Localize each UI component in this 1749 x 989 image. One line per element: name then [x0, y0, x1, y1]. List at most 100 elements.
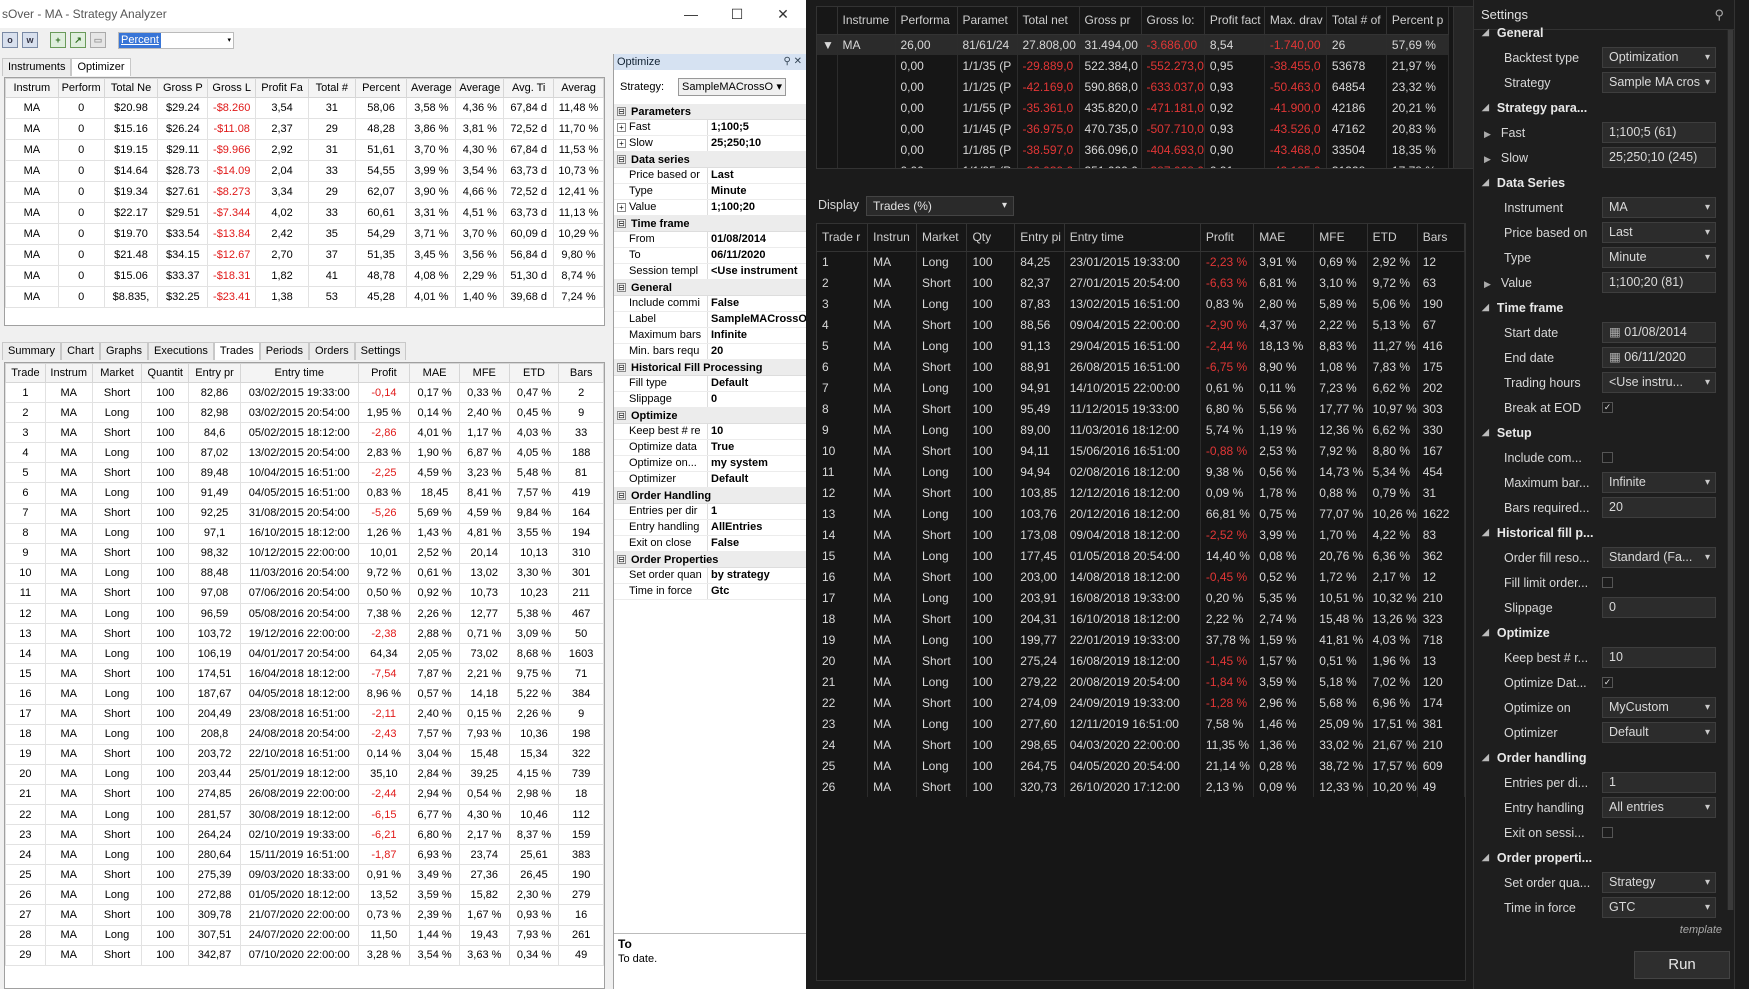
- setting-value[interactable]: ▦ 01/08/2014: [1602, 322, 1716, 343]
- table-row[interactable]: 5 MA Long 100 91,13 29/04/2015 16:51:00 -2,44 …: [817, 335, 1465, 356]
- collapse-triangle-icon[interactable]: ◢: [1482, 102, 1489, 113]
- property-row[interactable]: Price based or Last: [614, 168, 806, 184]
- column-header[interactable]: Performa: [895, 7, 958, 35]
- property-row[interactable]: Set order quan by strategy: [614, 568, 806, 584]
- expand-triangle-icon[interactable]: ▶: [1484, 129, 1491, 139]
- property-row[interactable]: To 06/11/2020: [614, 248, 806, 264]
- property-row[interactable]: Include commi False: [614, 296, 806, 312]
- property-row[interactable]: Time in force Gtc: [614, 584, 806, 600]
- column-header[interactable]: Percent: [354, 78, 408, 98]
- table-row[interactable]: 16 MA Long 100 187,67 04/05/2018 18:12:00 8,96…: [5, 683, 604, 705]
- table-row[interactable]: 19 MA Short 100 203,72 22/10/2018 16:51:00 0,1…: [5, 743, 604, 765]
- property-category[interactable]: ⊟ Historical Fill Processing: [614, 360, 806, 376]
- property-row[interactable]: Entries per dir 1: [614, 504, 806, 520]
- property-value[interactable]: my system: [708, 456, 806, 471]
- table-row[interactable]: 9 MA Short 100 98,32 10/12/2015 22:00:00 10,01…: [5, 542, 604, 564]
- table-row[interactable]: MA 0 $19.70 $33.54 -$13.84 2,42 35 54,29 3,71 % 3…: [5, 223, 604, 245]
- results-scrollbar[interactable]: [1453, 7, 1475, 168]
- column-header[interactable]: Qty: [966, 224, 1016, 252]
- title-bar[interactable]: sOver - MA - Strategy Analyzer — ☐ ✕: [0, 0, 806, 28]
- table-row[interactable]: 0,001/1/95 (P-36.039,0351.029,0-387.068,…: [817, 160, 1449, 168]
- property-row[interactable]: + Slow 25;250;10: [614, 136, 806, 152]
- table-row[interactable]: 9 MA Long 100 89,00 11/03/2016 18:12:00 5,74 %…: [817, 419, 1465, 440]
- column-header[interactable]: Gross L: [207, 78, 257, 98]
- property-category[interactable]: ⊟ Time frame: [614, 216, 806, 232]
- table-row[interactable]: 21 MA Short 100 274,85 26/08/2019 22:00:00 -2,…: [5, 783, 604, 805]
- table-row[interactable]: 12 MA Short 100 103,85 12/12/2016 18:12:00 0,0…: [817, 482, 1465, 503]
- table-row[interactable]: 27 MA Short 100 309,78 21/07/2020 22:00:00 0,7…: [5, 904, 604, 926]
- expand-icon[interactable]: +: [617, 203, 626, 212]
- table-row[interactable]: 0,00 1/1/85 (P -38.597,0 366.096,0 -404.693,…: [817, 139, 1449, 160]
- property-value[interactable]: 1: [708, 504, 806, 519]
- expand-icon[interactable]: +: [617, 123, 626, 132]
- table-row[interactable]: MA 0 $20.98 $29.24 -$8.260 3,54 31 58,06 3,58 % 4…: [5, 97, 604, 119]
- column-header[interactable]: Total #: [307, 78, 356, 98]
- property-row[interactable]: From 01/08/2014: [614, 232, 806, 248]
- setting-value[interactable]: 0: [1602, 597, 1716, 618]
- property-value[interactable]: 01/08/2014: [708, 232, 806, 247]
- property-row[interactable]: Label SampleMACrossO: [614, 312, 806, 328]
- table-row[interactable]: 10 MA Long 100 88,48 11/03/2016 20:54:00 9,72 …: [5, 562, 604, 584]
- column-header[interactable]: Total Ne: [103, 78, 159, 98]
- setting-value[interactable]: Optimization ▾: [1602, 47, 1716, 68]
- tab-orders[interactable]: Orders: [308, 342, 355, 360]
- column-header[interactable]: Percent p: [1386, 7, 1449, 35]
- table-row[interactable]: 0,00 1/1/25 (P -42.169,0 590.868,0 -633.037,…: [817, 76, 1449, 97]
- property-row[interactable]: Session templ <Use instrument: [614, 264, 806, 280]
- property-row[interactable]: Keep best # re 10: [614, 424, 806, 440]
- property-value[interactable]: by strategy: [708, 568, 806, 583]
- table-row[interactable]: 15 MA Long 100 177,45 01/05/2018 20:54:00 14,4…: [817, 545, 1465, 566]
- table-row[interactable]: 26 MA Short 100 320,73 26/10/2020 17:12:00 2,1…: [817, 776, 1465, 797]
- column-header[interactable]: MFE: [458, 363, 510, 383]
- setting-value[interactable]: 25;250;10 (245): [1602, 147, 1716, 168]
- collapse-icon[interactable]: ⊟: [617, 363, 626, 372]
- column-header[interactable]: ETD: [508, 363, 560, 383]
- column-header[interactable]: Market: [916, 224, 968, 252]
- column-header[interactable]: Entry pr: [188, 363, 241, 383]
- table-row[interactable]: 14 MA Long 100 106,19 04/01/2017 20:54:00 64,3…: [5, 643, 604, 665]
- column-header[interactable]: Averag: [553, 78, 604, 98]
- settings-category[interactable]: ◢ Time frame: [1474, 295, 1734, 320]
- table-row[interactable]: 19 MA Long 100 199,77 22/01/2019 19:33:00 37,7…: [817, 629, 1465, 650]
- table-row[interactable]: 1 MA Long 100 84,25 23/01/2015 19:33:00 -2,23 …: [817, 251, 1465, 272]
- table-row[interactable]: 15 MA Short 100 174,51 16/04/2018 18:12:00 -7,…: [5, 663, 604, 685]
- property-row[interactable]: Maximum bars Infinite: [614, 328, 806, 344]
- tab-summary[interactable]: Summary: [2, 342, 62, 360]
- column-header[interactable]: Average: [455, 78, 505, 98]
- table-row[interactable]: 5 MA Short 100 89,48 10/04/2015 16:51:00 -2,25…: [5, 462, 604, 484]
- table-row[interactable]: 8 MA Short 100 95,49 11/12/2015 19:33:00 6,80 …: [817, 398, 1465, 419]
- column-header[interactable]: Max. drav: [1264, 7, 1327, 35]
- setting-value[interactable]: 1;100;20 (81): [1602, 272, 1716, 293]
- settings-category[interactable]: ◢ Setup: [1474, 420, 1734, 445]
- setting-checkbox[interactable]: ✓: [1602, 402, 1613, 413]
- column-header[interactable]: Quantit: [141, 363, 190, 383]
- table-row[interactable]: ▼ MA 26,00 81/61/24 27.808,00 31.494,00 -3.686…: [817, 34, 1449, 55]
- column-header[interactable]: ETD: [1367, 224, 1418, 252]
- property-value[interactable]: False: [708, 536, 806, 551]
- settings-category[interactable]: ◢ Data Series: [1474, 170, 1734, 195]
- tab-graphs[interactable]: Graphs: [99, 342, 149, 360]
- column-header[interactable]: Instrum: [44, 363, 93, 383]
- column-header[interactable]: Trade: [5, 363, 46, 383]
- property-value[interactable]: AllEntries: [708, 520, 806, 535]
- table-row[interactable]: 6 MA Short 100 88,91 26/08/2015 16:51:00 -6,75…: [817, 356, 1465, 377]
- tab-periods[interactable]: Periods: [259, 342, 309, 360]
- property-value[interactable]: 1;100;20: [708, 200, 806, 215]
- column-header[interactable]: Gross pr: [1079, 7, 1142, 35]
- close-button[interactable]: ✕: [760, 0, 806, 28]
- maximize-button[interactable]: ☐: [714, 0, 760, 28]
- column-header[interactable]: Trade r: [817, 224, 869, 252]
- expand-triangle-icon[interactable]: ▶: [1484, 279, 1491, 289]
- table-row[interactable]: 8 MA Long 100 97,1 16/10/2015 18:12:00 1,26 % 1…: [5, 522, 604, 544]
- tab-chart[interactable]: Chart: [61, 342, 100, 360]
- table-row[interactable]: 18 MA Long 100 208,8 24/08/2018 20:54:00 -2,43…: [5, 723, 604, 745]
- table-row[interactable]: 11 MA Short 100 97,08 07/06/2016 20:54:00 0,50…: [5, 582, 604, 605]
- setting-value[interactable]: MyCustom ▾: [1602, 697, 1716, 718]
- property-value[interactable]: <Use instrument: [708, 264, 806, 279]
- collapse-triangle-icon[interactable]: ◢: [1482, 752, 1489, 763]
- settings-category[interactable]: ◢ Strategy para...: [1474, 95, 1734, 120]
- property-value[interactable]: 20: [708, 344, 806, 359]
- table-row[interactable]: 20 MA Short 100 275,24 16/08/2019 18:12:00 -1,…: [817, 650, 1465, 671]
- setting-value[interactable]: <Use instru... ▾: [1602, 372, 1716, 393]
- minimize-button[interactable]: —: [668, 0, 714, 28]
